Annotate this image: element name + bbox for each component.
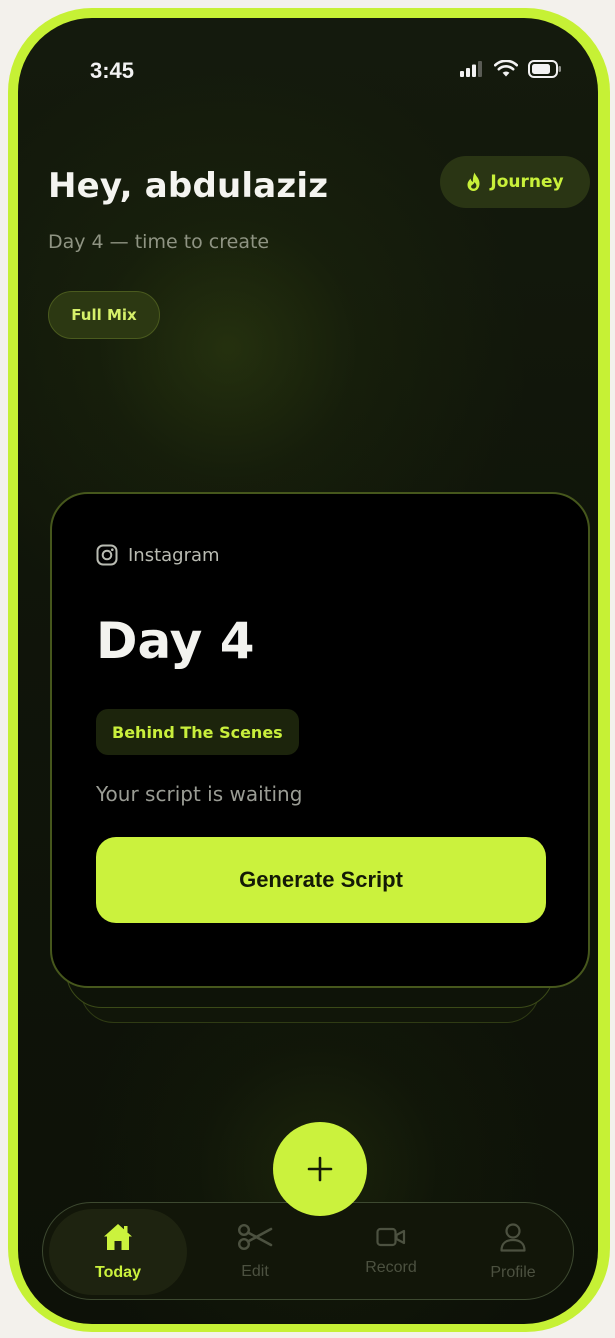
tab-edit[interactable]: Edit (189, 1203, 321, 1301)
scissors-icon (237, 1223, 273, 1251)
plus-icon (307, 1156, 333, 1182)
tab-profile[interactable]: Profile (447, 1203, 579, 1301)
category-chip[interactable]: Behind The Scenes (96, 709, 299, 755)
app-screen: 3:45 Hey, abdulaziz Day 4 — time to crea… (18, 18, 598, 1324)
status-icons (460, 60, 562, 78)
platform-label: Instagram (96, 544, 220, 566)
daily-content-card: Instagram Day 4 Behind The Scenes Your s… (50, 492, 590, 988)
tab-profile-label: Profile (490, 1264, 536, 1281)
status-time: 3:45 (90, 58, 135, 83)
platform-name: Instagram (128, 544, 220, 566)
journey-label: Journey (490, 172, 564, 192)
wifi-icon (494, 60, 518, 77)
tab-record-label: Record (365, 1259, 417, 1276)
tab-record[interactable]: Record (325, 1203, 457, 1301)
video-camera-icon (376, 1227, 406, 1247)
battery-icon (528, 60, 561, 78)
flame-icon (467, 172, 480, 191)
journey-button[interactable]: Journey (440, 156, 590, 208)
script-status-text: Your script is waiting (96, 782, 303, 806)
day-subtitle: Day 4 — time to create (48, 231, 270, 253)
cellular-signal-icon (460, 61, 482, 77)
generate-script-button[interactable]: Generate Script (96, 837, 546, 923)
card-day-title: Day 4 (96, 612, 255, 670)
add-fab-button[interactable] (273, 1122, 367, 1216)
full-mix-chip[interactable]: Full Mix (48, 291, 160, 339)
home-icon (104, 1224, 132, 1250)
bottom-tab-bar: Today Edit Record Profile (42, 1202, 574, 1300)
tab-today-label: Today (95, 1264, 141, 1281)
greeting-title: Hey, abdulaziz (48, 166, 329, 206)
tab-today[interactable]: Today (49, 1209, 187, 1295)
tab-edit-label: Edit (241, 1263, 269, 1280)
instagram-icon (96, 544, 118, 566)
user-icon (500, 1223, 526, 1252)
